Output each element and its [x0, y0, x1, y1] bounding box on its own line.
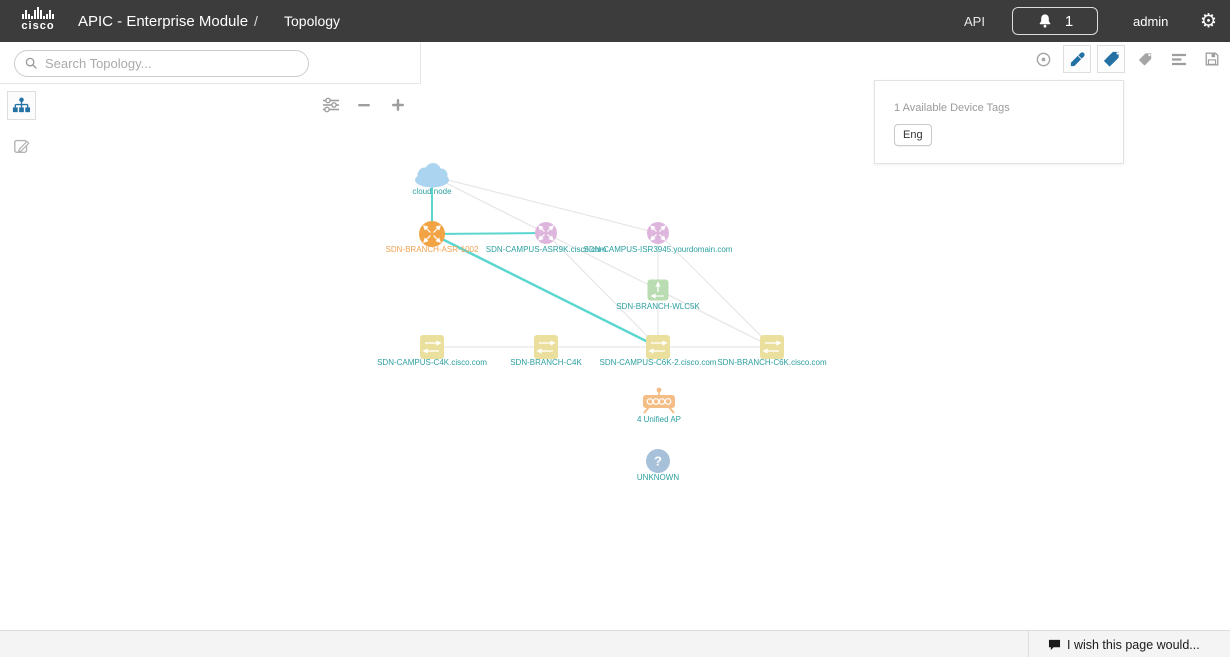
topology-node-c4k[interactable]: SDN-CAMPUS-C4K.cisco.com — [377, 335, 487, 367]
device-tags-panel: 1 Available Device Tags Eng — [874, 80, 1124, 164]
eyedropper-button[interactable] — [1063, 45, 1091, 73]
settings-gear-icon[interactable]: ⚙ — [1200, 0, 1217, 42]
zoom-out-button[interactable] — [351, 92, 377, 118]
edit-pencil-icon — [14, 139, 30, 153]
notifications-button[interactable]: 1 — [1012, 7, 1098, 35]
bell-icon — [1039, 14, 1051, 28]
footer-bar: I wish this page would... — [0, 630, 1230, 657]
topology-node-label: SDN-BRANCH-C4K — [510, 358, 582, 367]
eyedropper-icon — [1070, 51, 1085, 66]
topology-node-unknown[interactable]: ? UNKNOWN — [637, 449, 679, 482]
topology-node-label: SDN-CAMPUS-C4K.cisco.com — [377, 358, 487, 367]
topology-node-cloud[interactable]: cloud node — [412, 163, 452, 196]
hierarchy-icon — [12, 97, 31, 113]
app-title: APIC - Enterprise Module — [78, 12, 249, 30]
breadcrumb-separator: / — [254, 13, 258, 29]
cisco-logo[interactable]: cisco — [15, 6, 61, 32]
speech-bubble-icon — [1048, 639, 1061, 650]
hierarchy-layout-button[interactable] — [7, 91, 36, 120]
svg-text:?: ? — [654, 454, 662, 469]
plus-icon — [392, 99, 404, 111]
zoom-in-button[interactable] — [385, 92, 411, 118]
search-icon — [25, 57, 37, 69]
minus-icon — [358, 104, 370, 107]
tag-button[interactable] — [1132, 46, 1158, 72]
topology-node-label: UNKNOWN — [637, 473, 679, 482]
topology-node-asr1002[interactable]: SDN-BRANCH-ASR-1002 — [386, 221, 479, 254]
topology-edge — [431, 232, 547, 235]
cisco-logo-bars-icon — [22, 6, 54, 19]
username[interactable]: admin — [1133, 0, 1168, 42]
tags-panel-title: 1 Available Device Tags — [894, 102, 1010, 114]
cisco-logo-text: cisco — [21, 20, 55, 32]
filter-options-button[interactable] — [318, 92, 344, 118]
topology-node-bc4k[interactable]: SDN-BRANCH-C4K — [510, 335, 582, 367]
topology-edge — [657, 289, 773, 348]
save-icon — [1205, 52, 1219, 66]
api-link[interactable]: API — [964, 0, 985, 42]
tags-icon — [1103, 51, 1119, 67]
edit-topology-button[interactable] — [12, 136, 32, 156]
topology-node-label: SDN-BRANCH-ASR-1002 — [386, 245, 479, 254]
device-tags-button[interactable] — [1097, 45, 1125, 73]
topology-node-label: cloud node — [412, 187, 452, 196]
topology-node-label: 4 Unified AP — [637, 415, 681, 424]
topology-node-bc6k[interactable]: SDN-BRANCH-C6K.cisco.com — [717, 335, 827, 367]
feedback-label: I wish this page would... — [1067, 637, 1200, 652]
topology-node-c6k2[interactable]: SDN-CAMPUS-C6K-2.cisco.com — [600, 335, 717, 367]
footer-divider — [1028, 631, 1029, 657]
list-icon — [1171, 53, 1186, 65]
topology-toolbar — [0, 42, 421, 113]
topology-node-isr3945[interactable]: SDN-CAMPUS-ISR3945.yourdomain.com — [584, 222, 733, 254]
topology-node-label: SDN-CAMPUS-C6K-2.cisco.com — [600, 358, 717, 367]
save-layout-button[interactable] — [1199, 46, 1225, 72]
topology-node-ap[interactable]: 4 Unified AP — [637, 387, 681, 424]
locate-button[interactable] — [1030, 46, 1056, 72]
sliders-icon — [323, 97, 339, 113]
topology-node-wlc5k[interactable]: SDN-BRANCH-WLC5K — [616, 279, 700, 312]
list-view-button[interactable] — [1166, 46, 1192, 72]
search-input[interactable] — [45, 56, 298, 71]
app-header: cisco APIC - Enterprise Module / Topolog… — [0, 0, 1230, 42]
search-box[interactable] — [14, 50, 309, 77]
topology-node-label: SDN-BRANCH-C6K.cisco.com — [717, 358, 827, 367]
topology-node-label: SDN-BRANCH-WLC5K — [616, 302, 700, 311]
feedback-button[interactable]: I wish this page would... — [1048, 631, 1200, 657]
page-title: Topology — [284, 13, 341, 29]
tag-chip-eng[interactable]: Eng — [894, 124, 932, 146]
topology-node-label: SDN-CAMPUS-ISR3945.yourdomain.com — [584, 245, 733, 254]
notification-count: 1 — [1064, 12, 1074, 30]
tag-icon — [1138, 52, 1151, 66]
target-icon — [1036, 52, 1050, 66]
